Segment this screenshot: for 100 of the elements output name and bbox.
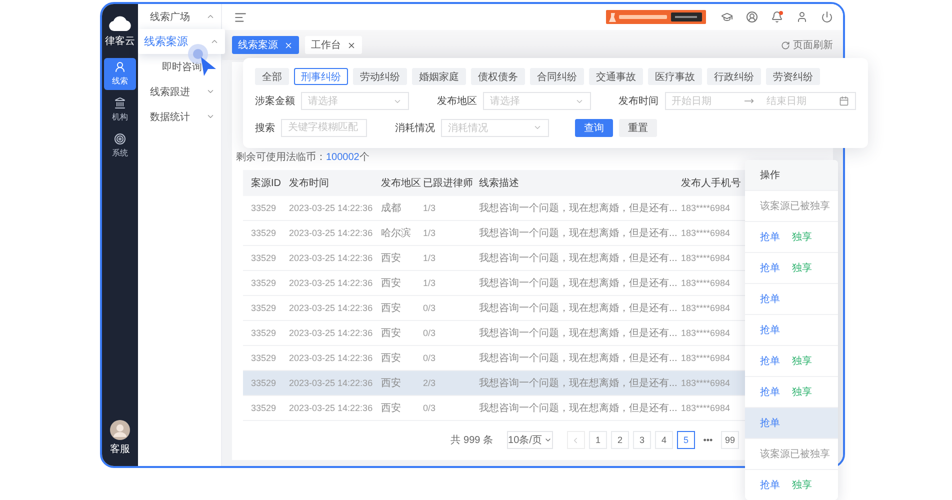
table-cell-text: 我想咨询一个问题，现在想离婚，但是还有... bbox=[479, 302, 678, 315]
table-cell-text: 西安 bbox=[381, 402, 402, 415]
page-button[interactable]: 99 bbox=[720, 431, 739, 449]
refresh-icon bbox=[781, 40, 790, 50]
page-button[interactable]: 5 bbox=[676, 431, 695, 449]
exclusive-link[interactable]: 独享 bbox=[792, 354, 812, 368]
table-cell-text: 33529 bbox=[251, 403, 278, 413]
page-button[interactable]: 4 bbox=[654, 431, 673, 449]
category-chip[interactable]: 刑事纠纷 bbox=[294, 68, 348, 85]
exclusive-link[interactable]: 独享 bbox=[792, 478, 812, 492]
user-icon[interactable] bbox=[796, 11, 808, 23]
end-date-field[interactable]: 结束日期 bbox=[766, 96, 835, 107]
field-label: 发布时间 bbox=[618, 94, 658, 108]
search-button[interactable]: 查询 bbox=[575, 118, 613, 137]
table-cell-text: 我想咨询一个问题，现在想离婚，但是还有... bbox=[479, 402, 678, 415]
table-cell-text: 33529 bbox=[251, 278, 278, 288]
table-cell-text: 33529 bbox=[251, 378, 278, 388]
grab-order-link[interactable]: 抢单 bbox=[760, 478, 780, 492]
column-header: 已跟进律师 bbox=[423, 176, 474, 190]
table-cell-text: 成都 bbox=[381, 202, 402, 215]
category-chip[interactable]: 全部 bbox=[255, 68, 289, 85]
tab[interactable]: 线索案源 bbox=[232, 36, 299, 54]
category-chip[interactable]: 劳资纠纷 bbox=[766, 68, 820, 85]
grab-order-link[interactable]: 抢单 bbox=[760, 230, 780, 244]
tab[interactable]: 工作台 bbox=[305, 36, 362, 54]
table-cell-text: 0/3 bbox=[423, 403, 437, 413]
date-range-picker[interactable]: 开始日期 结束日期 bbox=[664, 92, 856, 110]
table-cell-text: 183****6984 bbox=[681, 203, 732, 213]
table-cell-text: 0/3 bbox=[423, 353, 437, 363]
exclusive-link[interactable]: 独享 bbox=[792, 385, 812, 399]
target-icon bbox=[114, 132, 126, 144]
circle-user-icon[interactable] bbox=[746, 11, 758, 23]
category-chip[interactable]: 婚姻家庭 bbox=[412, 68, 466, 85]
category-chip[interactable]: 交通事故 bbox=[589, 68, 643, 85]
balance-count: 100002 bbox=[326, 152, 360, 162]
building-icon bbox=[114, 96, 126, 108]
table-cell-text: 183****6984 bbox=[681, 353, 732, 363]
graduation-cap-icon[interactable] bbox=[721, 11, 733, 23]
exclusive-link[interactable]: 独享 bbox=[792, 230, 812, 244]
page-button[interactable]: 1 bbox=[588, 431, 607, 449]
table-cell-text: 2023-03-25 14:22:36 bbox=[289, 328, 374, 338]
notification-icon[interactable] bbox=[771, 11, 783, 23]
table-cell-text: 我想咨询一个问题，现在想离婚，但是还有... bbox=[479, 326, 678, 340]
table-cell-text: 183****6984 bbox=[681, 228, 732, 238]
table-cell-text: 我想咨询一个问题，现在想离婚，但是还有... bbox=[479, 376, 678, 390]
category-chip[interactable]: 合同纠纷 bbox=[530, 68, 584, 85]
table-cell-text: 33529 bbox=[251, 253, 278, 263]
submenu-item[interactable]: 数据统计 bbox=[150, 104, 221, 129]
reset-button[interactable]: 重置 bbox=[619, 118, 657, 137]
menu-icon[interactable] bbox=[234, 10, 247, 24]
support-label[interactable]: 客服 bbox=[110, 442, 130, 456]
table-cell-text: 0/3 bbox=[423, 328, 437, 338]
table-cell-text: 1/3 bbox=[423, 253, 437, 263]
table-cell-text: 西安 bbox=[381, 276, 402, 290]
table-cell-text: 1/3 bbox=[423, 203, 437, 213]
table-cell-text: 我想咨询一个问题，现在想离婚，但是还有... bbox=[479, 352, 678, 365]
refresh-button[interactable]: 页面刷新 bbox=[781, 38, 833, 52]
column-header: 线索描述 bbox=[479, 176, 520, 190]
table-cell-text: 33529 bbox=[251, 328, 278, 338]
submenu-item[interactable]: 线索案源 bbox=[138, 29, 225, 54]
submenu-item[interactable]: 即时咨询 bbox=[150, 54, 221, 79]
cloud-logo-icon bbox=[109, 16, 131, 31]
column-header: 发布人手机号 bbox=[681, 176, 742, 190]
grab-order-link[interactable]: 抢单 bbox=[760, 261, 780, 275]
exclusive-link[interactable]: 独享 bbox=[792, 261, 812, 275]
table-cell-text: 2023-03-25 14:22:36 bbox=[289, 353, 374, 363]
grab-order-link[interactable]: 抢单 bbox=[760, 323, 780, 337]
field-label: 消耗情况 bbox=[395, 122, 435, 135]
category-chip[interactable]: 劳动纠纷 bbox=[353, 68, 407, 85]
category-chip[interactable]: 债权债务 bbox=[471, 68, 525, 85]
power-icon[interactable] bbox=[821, 11, 833, 23]
category-chip[interactable]: 医疗事故 bbox=[648, 68, 702, 85]
submenu-item[interactable]: 线索广场 bbox=[150, 4, 221, 29]
table-cell-text: 西安 bbox=[381, 376, 402, 390]
field-label: 发布地区 bbox=[436, 94, 477, 108]
total-count: 共 999 条 bbox=[450, 434, 493, 447]
grab-order-link[interactable]: 抢单 bbox=[760, 416, 780, 430]
grab-order-link[interactable]: 抢单 bbox=[760, 292, 780, 306]
avatar-icon[interactable] bbox=[110, 420, 130, 440]
grab-order-link[interactable]: 抢单 bbox=[760, 385, 780, 399]
table-cell-text: 1/3 bbox=[423, 278, 437, 288]
category-chip[interactable]: 行政纠纷 bbox=[707, 68, 761, 85]
table-cell-text: 33529 bbox=[251, 228, 278, 238]
calendar-icon bbox=[839, 96, 849, 106]
page-button[interactable]: 2 bbox=[610, 431, 629, 449]
page-button[interactable]: 3 bbox=[632, 431, 651, 449]
start-date-field[interactable]: 开始日期 bbox=[672, 96, 740, 107]
table-cell-text: 2023-03-25 14:22:36 bbox=[289, 303, 374, 313]
nav-item[interactable]: 线索 bbox=[104, 58, 136, 90]
page-size-select[interactable]: 10条/页 bbox=[506, 431, 553, 449]
table-cell-text: 33529 bbox=[251, 353, 278, 363]
table-cell-text: 33529 bbox=[251, 203, 278, 213]
table-cell-text: 西安 bbox=[381, 352, 402, 365]
nav-item[interactable]: 机构 bbox=[104, 94, 136, 126]
close-icon[interactable] bbox=[347, 40, 356, 50]
table-cell-text: 我想咨询一个问题，现在想离婚，但是还有... bbox=[479, 202, 678, 215]
table-row[interactable]: 33529 2023-03-25 14:22:36 西安 2/3 我想咨询一个问题，现在想离婚，但是还有... 183****6984 bbox=[243, 371, 745, 396]
grab-order-link[interactable]: 抢单 bbox=[760, 354, 780, 368]
nav-item[interactable]: 系统 bbox=[104, 130, 136, 162]
submenu-item[interactable]: 线索跟进 bbox=[150, 79, 221, 104]
